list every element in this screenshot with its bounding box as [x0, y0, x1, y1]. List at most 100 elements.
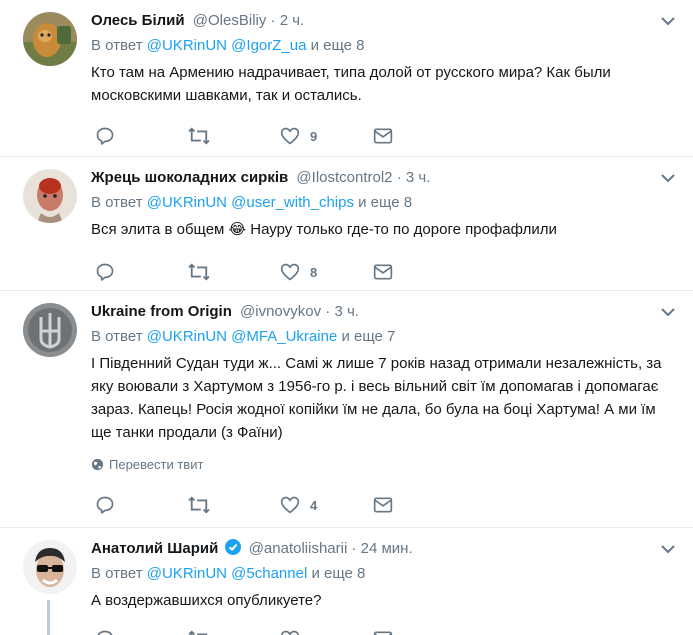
retweet-icon — [188, 496, 210, 514]
like-button[interactable]: 8 — [280, 261, 317, 283]
mention-link[interactable]: @5channel — [231, 565, 307, 582]
mention-link[interactable]: @UKRinUN — [147, 194, 227, 211]
author-username[interactable]: @Ilostcontrol2 — [296, 169, 392, 186]
reply-more[interactable]: и еще 8 — [358, 194, 412, 211]
reply-context: В ответ @UKRinUN @user_with_chips и еще … — [91, 192, 675, 214]
tweet-2[interactable]: Жрець шоколадних сирків @Ilostcontrol2 ·… — [0, 157, 693, 291]
tweet-actions: 4 — [91, 494, 393, 516]
direct-message-icon — [373, 264, 393, 280]
tweet-1[interactable]: Олесь Білий @OlesBiliy · 2 ч. В ответ @U… — [0, 0, 693, 157]
retweet-button[interactable] — [187, 494, 211, 516]
laughing-emoji-icon: 😂 — [228, 221, 247, 238]
tweet-text-part: Вся элита в общем — [91, 221, 225, 238]
reply-prefix: В ответ — [91, 565, 143, 582]
chevron-down-icon[interactable] — [661, 544, 675, 554]
like-button[interactable] — [280, 628, 300, 635]
author-username[interactable]: @ivnovykov — [240, 303, 321, 320]
mention-link[interactable]: @UKRinUN — [147, 328, 227, 345]
tweet-text: І Південний Судан туди ж... Самі ж лише … — [91, 355, 662, 441]
direct-message-button[interactable] — [373, 261, 393, 283]
tweet-text: Кто там на Армению надрачивает, типа дол… — [91, 64, 611, 104]
tweet-actions: 8 — [91, 261, 393, 283]
like-icon — [280, 496, 300, 514]
like-count: 8 — [310, 264, 318, 280]
author-name[interactable]: Анатолий Шарий — [91, 540, 218, 557]
reply-icon — [96, 127, 114, 145]
reply-context: В ответ @UKRinUN @IgorZ_ua и еще 8 — [91, 35, 675, 57]
tweet-actions — [91, 628, 393, 635]
verified-badge-icon — [224, 539, 241, 555]
reply-prefix: В ответ — [91, 194, 143, 211]
reply-prefix: В ответ — [91, 328, 143, 345]
reply-more[interactable]: и еще 7 — [341, 328, 395, 345]
tweet-text-part: Науру только где-то по дороге профафлили — [250, 221, 557, 238]
avatar[interactable] — [23, 169, 77, 223]
mention-link[interactable]: @UKRinUN — [147, 37, 227, 54]
translate-label[interactable]: Перевести твит — [109, 457, 203, 472]
timestamp[interactable]: 3 ч. — [334, 303, 359, 320]
tweet-header: Ukraine from Origin @ivnovykov · 3 ч. — [91, 301, 675, 323]
avatar[interactable] — [23, 303, 77, 357]
retweet-icon — [188, 127, 210, 145]
retweet-icon — [188, 630, 208, 635]
reply-icon — [96, 263, 114, 281]
timestamp[interactable]: 3 ч. — [406, 169, 431, 186]
tweet-actions: 9 — [91, 125, 393, 147]
separator-dot: · — [396, 169, 402, 186]
thread-line — [47, 600, 50, 635]
separator-dot: · — [270, 12, 276, 29]
globe-icon — [91, 458, 104, 471]
tweet-header: Жрець шоколадних сирків @Ilostcontrol2 ·… — [91, 167, 675, 189]
author-name[interactable]: Ukraine from Origin — [91, 303, 232, 320]
reply-more[interactable]: и еще 8 — [311, 37, 365, 54]
author-username[interactable]: @OlesBiliy — [193, 12, 267, 29]
retweet-button[interactable] — [187, 261, 211, 283]
timestamp[interactable]: 24 мин. — [361, 540, 413, 557]
mention-link[interactable]: @user_with_chips — [231, 194, 354, 211]
chevron-down-icon[interactable] — [661, 173, 675, 183]
chevron-down-icon[interactable] — [661, 307, 675, 317]
direct-message-icon — [373, 631, 393, 635]
direct-message-icon — [373, 128, 393, 144]
avatar[interactable] — [23, 12, 77, 66]
like-button[interactable]: 4 — [280, 494, 317, 516]
timestamp[interactable]: 2 ч. — [280, 12, 305, 29]
retweet-button[interactable] — [187, 628, 211, 635]
tweet-text: Вся элита в общем 😂 Науру только где-то … — [91, 218, 675, 241]
like-icon — [280, 630, 300, 635]
translate-tweet-link[interactable]: Перевести твит — [91, 456, 675, 474]
mention-link[interactable]: @IgorZ_ua — [231, 37, 306, 54]
like-button[interactable]: 9 — [280, 125, 317, 147]
like-count: 9 — [310, 128, 318, 144]
retweet-button[interactable] — [187, 125, 211, 147]
like-icon — [280, 263, 300, 281]
reply-button[interactable] — [95, 494, 115, 516]
chevron-down-icon[interactable] — [661, 16, 675, 26]
tweet-4[interactable]: Анатолий Шарий @anatoliisharii · 24 мин.… — [0, 528, 693, 635]
reply-context: В ответ @UKRinUN @MFA_Ukraine и еще 7 — [91, 326, 675, 348]
reply-icon — [97, 630, 113, 635]
mention-link[interactable]: @MFA_Ukraine — [231, 328, 337, 345]
author-username[interactable]: @anatoliisharii — [249, 540, 348, 557]
tweet-header: Олесь Білий @OlesBiliy · 2 ч. — [91, 10, 675, 32]
separator-dot: · — [325, 303, 331, 320]
direct-message-button[interactable] — [373, 494, 393, 516]
like-icon — [280, 127, 300, 145]
direct-message-button[interactable] — [373, 125, 393, 147]
reply-more[interactable]: и еще 8 — [311, 565, 365, 582]
tweet-header: Анатолий Шарий @anatoliisharii · 24 мин. — [91, 538, 675, 560]
reply-button[interactable] — [95, 125, 115, 147]
reply-icon — [96, 496, 114, 514]
author-name[interactable]: Жрець шоколадних сирків — [91, 169, 288, 186]
avatar[interactable] — [23, 540, 77, 594]
author-name[interactable]: Олесь Білий — [91, 12, 185, 29]
direct-message-button[interactable] — [373, 628, 393, 635]
mention-link[interactable]: @UKRinUN — [147, 565, 227, 582]
separator-dot: · — [351, 540, 357, 557]
reply-context: В ответ @UKRinUN @5channel и еще 8 — [91, 563, 675, 585]
reply-button[interactable] — [95, 628, 115, 635]
tweet-text: А воздержавшихся опубликуете? — [91, 592, 322, 609]
retweet-icon — [188, 263, 210, 281]
reply-button[interactable] — [95, 261, 115, 283]
tweet-3[interactable]: Ukraine from Origin @ivnovykov · 3 ч. В … — [0, 291, 693, 528]
